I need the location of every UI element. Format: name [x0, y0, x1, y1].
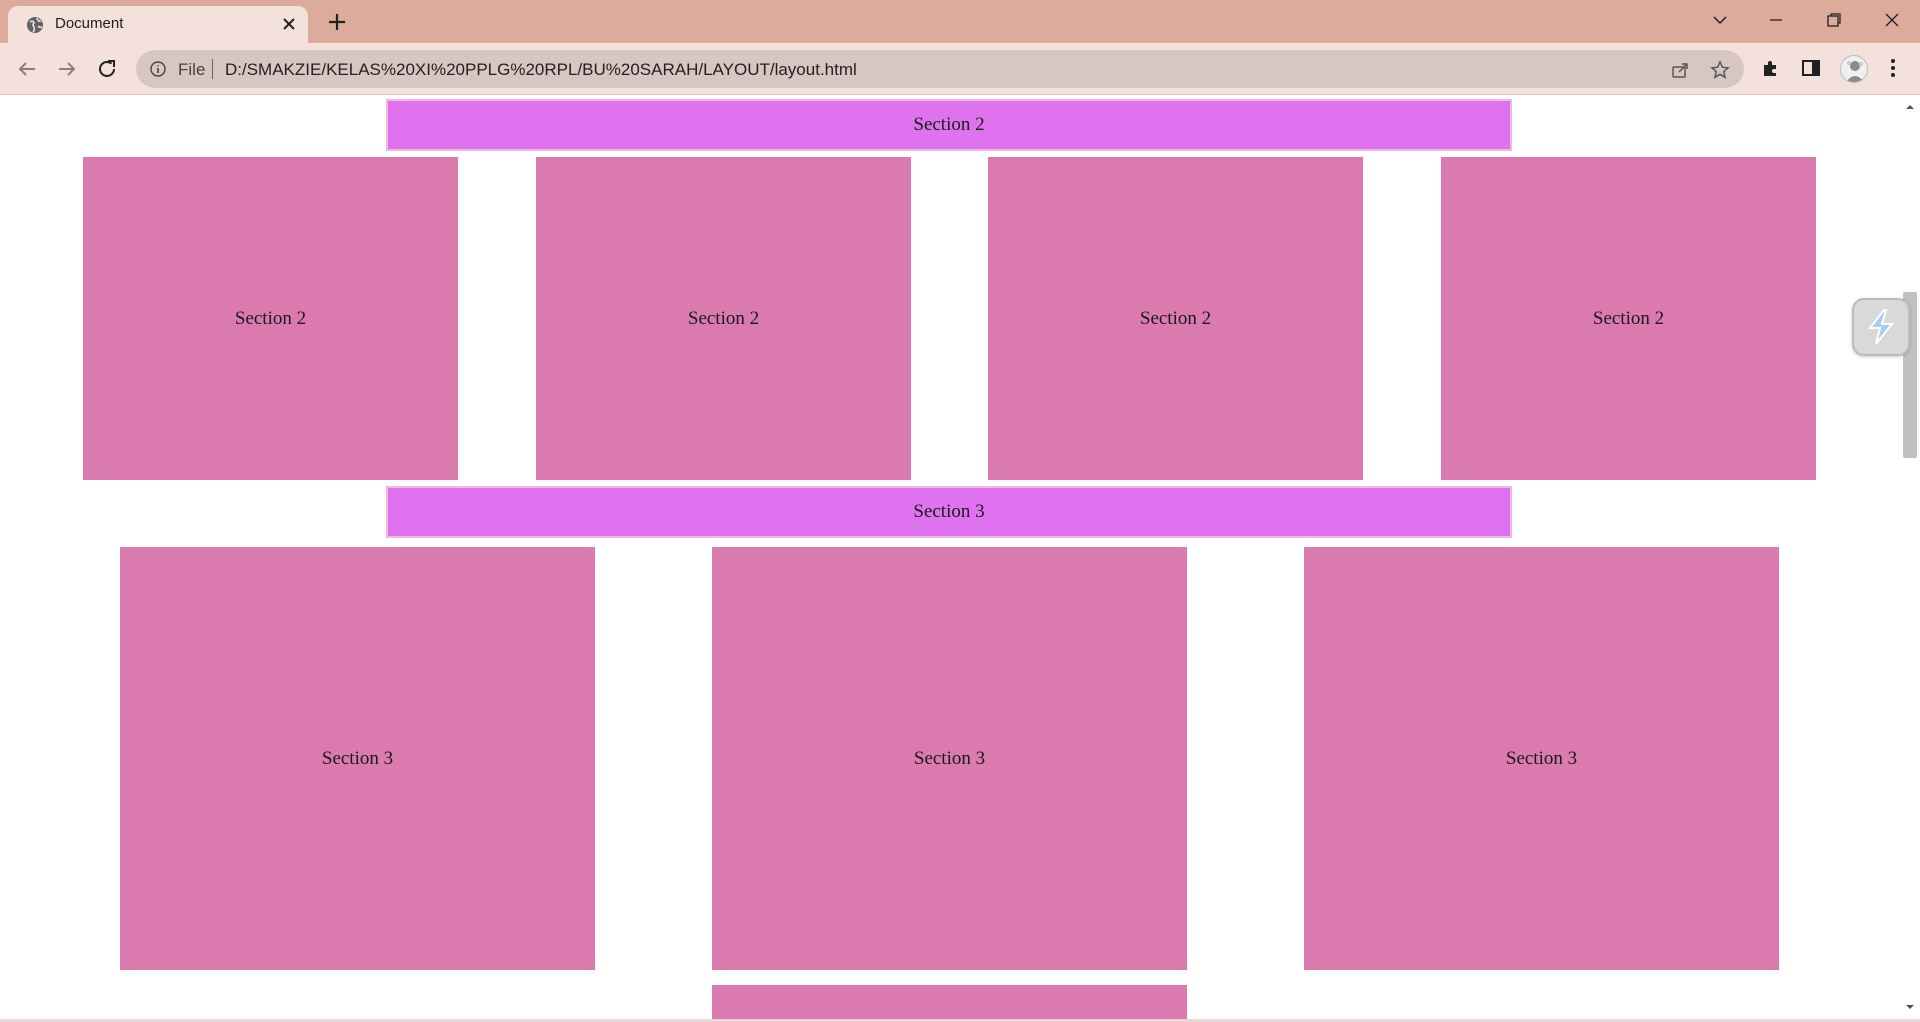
restore-button[interactable]: [1814, 0, 1854, 40]
avatar-icon: [1846, 61, 1864, 82]
section2-card: Section 2: [83, 157, 458, 480]
page-viewport: Section 2 Section 2 Section 2 Section 2 …: [0, 96, 1900, 1019]
tab-title: Document: [55, 15, 124, 32]
info-icon[interactable]: [150, 61, 166, 77]
title-bar: Document: [0, 0, 1920, 43]
scroll-down-arrow-icon[interactable]: [1905, 1002, 1915, 1012]
extensions-puzzle-icon[interactable]: [1760, 57, 1782, 79]
floating-extension-button[interactable]: [1852, 298, 1910, 356]
section2-card: Section 2: [536, 157, 911, 480]
chevron-down-icon: [1713, 16, 1727, 25]
lightning-icon: [1867, 309, 1895, 345]
browser-toolbar: File D:/SMAKZIE/KELAS%20XI%20PPLG%20RPL/…: [0, 43, 1920, 95]
section2-card: Section 2: [988, 157, 1363, 480]
tab-search-button[interactable]: [1700, 0, 1740, 40]
close-window-button[interactable]: [1872, 0, 1912, 40]
address-url[interactable]: D:/SMAKZIE/KELAS%20XI%20PPLG%20RPL/BU%20…: [225, 60, 857, 80]
side-panel-icon[interactable]: [1800, 57, 1822, 79]
share-icon[interactable]: [1670, 60, 1690, 80]
new-tab-icon[interactable]: [324, 9, 350, 35]
more-menu-icon[interactable]: [1882, 57, 1904, 79]
reload-icon[interactable]: [94, 56, 120, 82]
profile-avatar[interactable]: [1840, 55, 1868, 83]
section3-card-partial: [712, 985, 1187, 1019]
restore-icon: [1827, 13, 1841, 27]
address-separator: [212, 59, 213, 79]
back-arrow-icon[interactable]: [14, 56, 40, 82]
section3-card: Section 3: [712, 547, 1187, 970]
bookmark-star-icon[interactable]: [1710, 60, 1730, 80]
address-scheme: File: [178, 60, 206, 79]
address-bar[interactable]: File D:/SMAKZIE/KELAS%20XI%20PPLG%20RPL/…: [136, 50, 1744, 88]
minimize-icon: [1770, 19, 1782, 21]
vertical-scrollbar[interactable]: [1900, 96, 1920, 1019]
globe-icon: [27, 17, 43, 33]
section2-header: Section 2: [386, 99, 1512, 151]
section3-card: Section 3: [1304, 547, 1779, 970]
section2-card: Section 2: [1441, 157, 1816, 480]
scroll-up-arrow-icon[interactable]: [1905, 102, 1915, 112]
section3-header: Section 3: [386, 486, 1512, 538]
close-tab-icon[interactable]: [278, 13, 300, 35]
minimize-button[interactable]: [1756, 0, 1796, 40]
browser-tab[interactable]: Document: [8, 6, 308, 43]
forward-arrow-icon[interactable]: [54, 56, 80, 82]
close-icon: [1885, 13, 1899, 27]
section3-card: Section 3: [120, 547, 595, 970]
